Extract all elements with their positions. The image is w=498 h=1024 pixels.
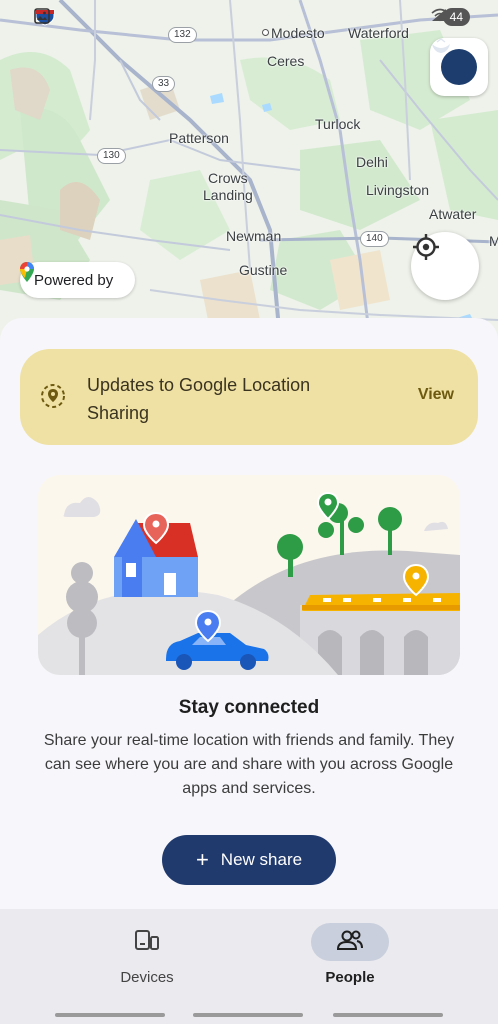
map-view[interactable]: Modesto Waterford Ceres Turlock Patterso… [0, 0, 498, 340]
highway-shield: 132 [168, 27, 197, 43]
location-sharing-icon [40, 383, 66, 414]
highway-shield: 33 [152, 76, 176, 92]
bottom-navigation: Devices People [0, 909, 498, 1024]
people-icon [336, 929, 364, 956]
plus-icon: + [195, 847, 209, 872]
map-place-label: Landing [203, 187, 253, 203]
nav-item-people[interactable]: People [275, 923, 425, 986]
new-share-label: New share [220, 850, 303, 869]
map-place-label: Atwater [429, 206, 477, 222]
map-place-label: Ceres [267, 53, 305, 69]
banner-view-button[interactable]: View [418, 386, 454, 404]
devices-icon [134, 929, 160, 956]
map-place-label: M [489, 233, 498, 249]
new-share-button[interactable]: + New share [162, 835, 336, 885]
powered-by-label: Powered by [34, 271, 114, 289]
status-bar-right: 44 [431, 8, 470, 26]
map-place-label: Patterson [169, 130, 229, 146]
banner-text: Updates to Google Location Sharing [87, 375, 311, 423]
city-marker [262, 29, 269, 36]
gesture-handle [193, 1013, 303, 1017]
powered-by-google-maps: Powered by [20, 262, 136, 298]
nav-pill-devices [108, 923, 186, 961]
status-bar-left: 1 [34, 8, 55, 26]
location-sharing-update-banner[interactable]: Updates to Google Location Sharing View [20, 349, 478, 445]
map-place-label: Waterford [348, 25, 409, 41]
avatar [432, 38, 477, 85]
highway-shield: 130 [97, 148, 126, 164]
nav-label-people: People [325, 969, 375, 986]
map-place-label: Modesto [271, 25, 325, 41]
my-location-button[interactable] [411, 232, 479, 300]
bottom-sheet: Updates to Google Location Sharing View [0, 318, 498, 910]
map-place-label: Livingston [366, 182, 430, 198]
account-avatar-button[interactable] [430, 38, 488, 96]
stay-connected-description: Share your real-time location with frien… [43, 732, 455, 797]
gesture-handle [55, 1013, 165, 1017]
map-place-label: Delhi [356, 154, 388, 170]
stay-connected-title: Stay connected [178, 697, 320, 718]
nav-item-devices[interactable]: Devices [72, 923, 222, 986]
map-place-label: Turlock [315, 116, 361, 132]
stay-connected-illustration [38, 475, 460, 675]
map-place-label: Crows [208, 170, 248, 186]
highway-shield: 140 [360, 231, 389, 247]
map-place-label: Gustine [239, 262, 288, 278]
map-place-label: Newman [226, 228, 282, 244]
nav-label-devices: Devices [120, 969, 174, 986]
nav-pill-people [311, 923, 389, 961]
gesture-handle [333, 1013, 443, 1017]
